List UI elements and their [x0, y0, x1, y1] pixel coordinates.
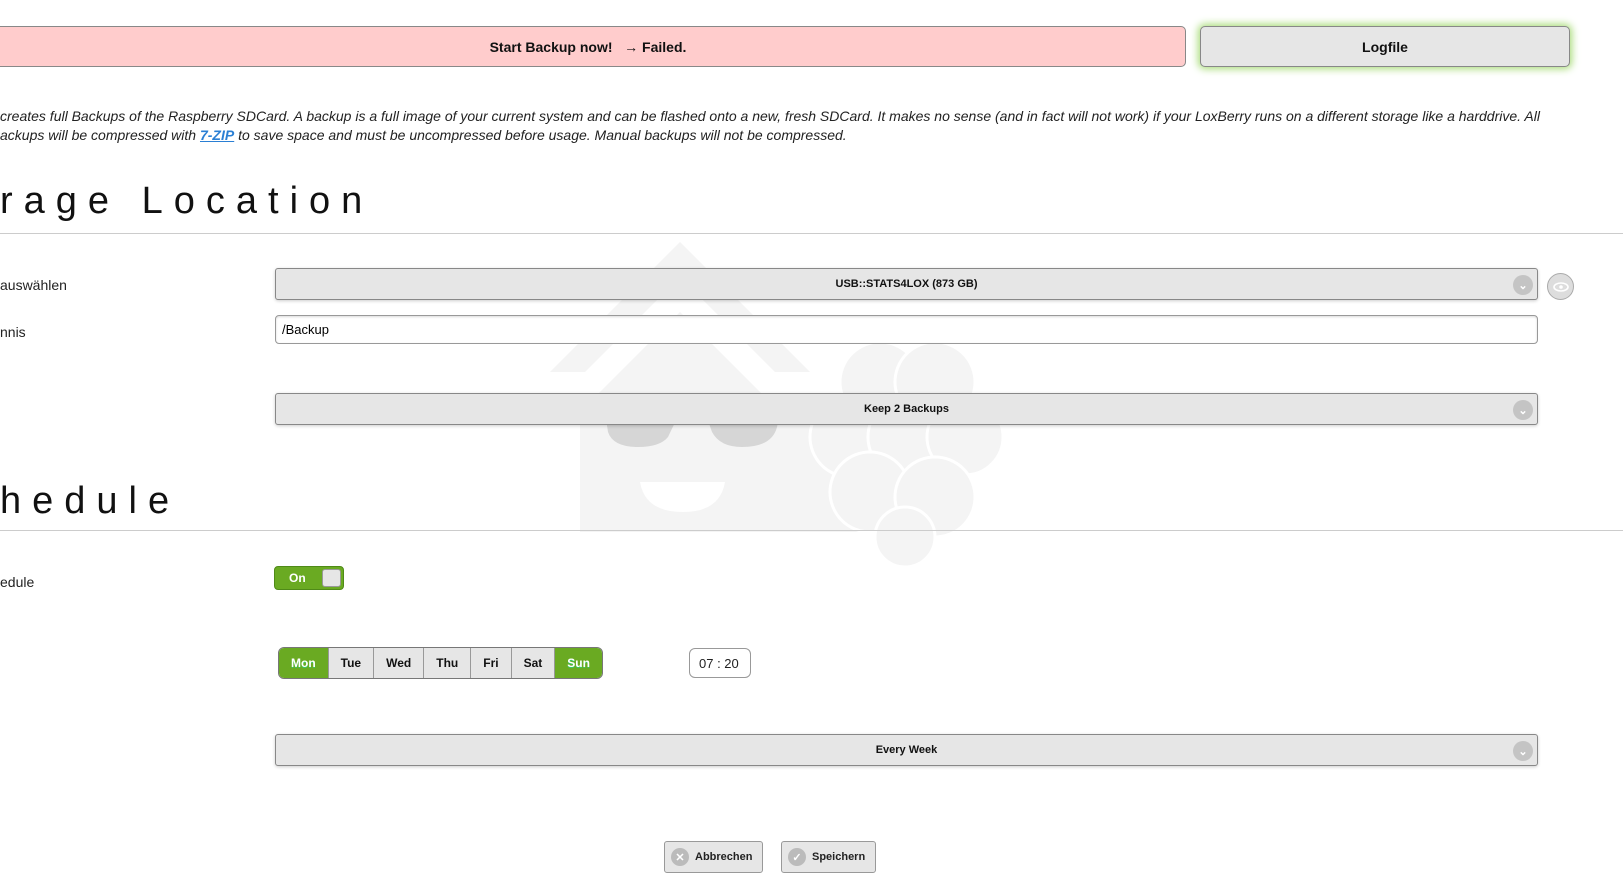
7zip-link[interactable]: 7-ZIP [200, 127, 234, 143]
weekday-selector: Mon Tue Wed Thu Fri Sat Sun [278, 647, 603, 679]
repeat-select[interactable]: Every Week ⌄ [275, 734, 1538, 766]
day-fri[interactable]: Fri [470, 648, 511, 678]
time-input[interactable]: 07 : 20 [689, 648, 751, 678]
schedule-toggle[interactable]: On [274, 566, 344, 590]
cancel-label: Abbrechen [695, 851, 753, 863]
device-label: auswählen [0, 277, 67, 293]
description-text-part: ackups will be compressed with [0, 127, 200, 143]
directory-label: nnis [0, 324, 26, 340]
chevron-down-icon: ⌄ [1513, 400, 1533, 420]
day-mon[interactable]: Mon [279, 648, 328, 678]
toggle-label: On [289, 571, 306, 585]
save-button[interactable]: ✓ Speichern [781, 841, 877, 873]
description-text-part: to save space and must be uncompressed b… [234, 127, 847, 143]
day-thu[interactable]: Thu [423, 648, 471, 678]
retention-select[interactable]: Keep 2 Backups ⌄ [275, 393, 1538, 425]
description-text: creates full Backups of the Raspberry SD… [0, 107, 1600, 145]
toggle-knob[interactable] [322, 569, 341, 587]
day-sat[interactable]: Sat [510, 648, 555, 678]
schedule-enable-label: edule [0, 574, 35, 590]
day-wed[interactable]: Wed [373, 648, 424, 678]
storage-device-select[interactable]: USB::STATS4LOX (873 GB) ⌄ [275, 268, 1538, 300]
chevron-down-icon: ⌄ [1513, 741, 1533, 761]
start-backup-label: Start Backup now! [489, 38, 613, 55]
description-line: creates full Backups of the Raspberry SD… [0, 108, 1540, 124]
logfile-button[interactable]: Logfile [1200, 26, 1570, 67]
storage-location-heading: rage Location [0, 180, 374, 222]
close-icon: ✕ [671, 848, 689, 866]
day-sun[interactable]: Sun [554, 648, 602, 678]
cancel-button[interactable]: ✕ Abbrechen [664, 841, 764, 873]
day-tue[interactable]: Tue [327, 648, 374, 678]
repeat-value: Every Week [875, 744, 938, 756]
chevron-down-icon: ⌄ [1513, 275, 1533, 295]
divider [0, 530, 1623, 531]
description-line: ackups will be compressed with 7-ZIP to … [0, 126, 1600, 145]
schedule-heading: hedule [0, 480, 181, 522]
directory-input[interactable] [275, 315, 1538, 344]
divider [0, 233, 1623, 234]
check-icon: ✓ [788, 848, 806, 866]
save-label: Speichern [812, 851, 866, 863]
backup-status: → Failed. [624, 38, 687, 55]
storage-device-value: USB::STATS4LOX (873 GB) [835, 278, 978, 290]
start-backup-button[interactable]: Start Backup now! → Failed. [0, 26, 1186, 67]
retention-value: Keep 2 Backups [864, 403, 949, 415]
eye-icon[interactable] [1547, 273, 1574, 300]
